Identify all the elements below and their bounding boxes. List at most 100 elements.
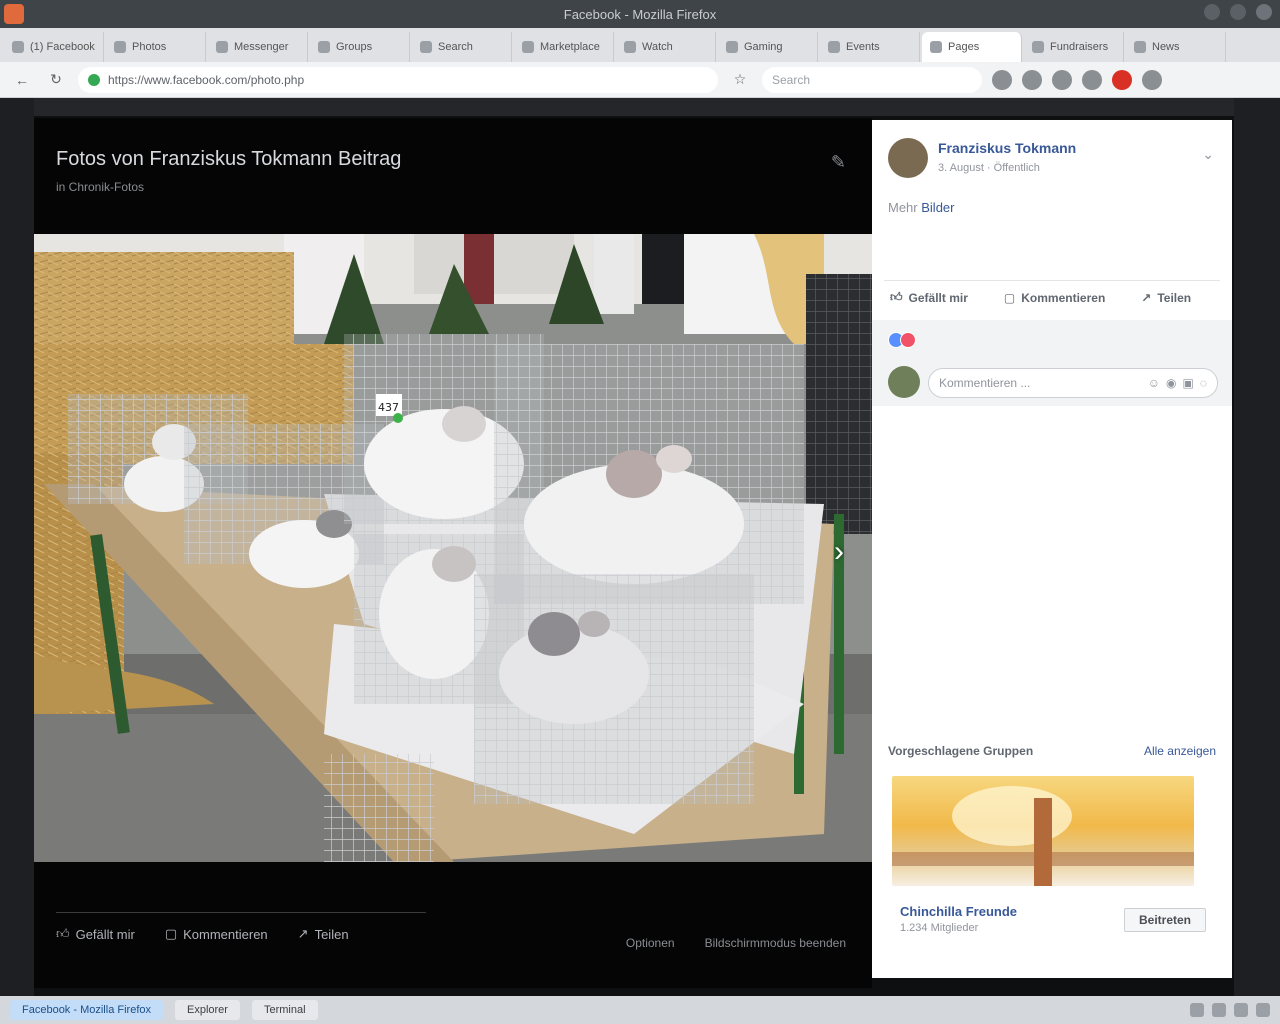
related-group-meta: 1.234 Mitglieder — [900, 922, 979, 934]
system-tray — [1190, 1003, 1270, 1017]
browser-tab[interactable]: Fundraisers — [1024, 32, 1124, 62]
photo-footer: 👍︎ Gefällt mir ▢ Kommentieren ↗ Teilen O… — [34, 862, 872, 988]
addon-icon[interactable] — [1112, 69, 1132, 90]
address-text: https://www.facebook.com/photo.php — [108, 72, 305, 87]
gif-icon[interactable]: ▣ — [1183, 376, 1194, 390]
sticker-icon[interactable]: ◌ — [1200, 376, 1207, 390]
taskbar-item[interactable]: Terminal — [251, 1000, 318, 1020]
like-label: Gefällt mir — [908, 290, 968, 305]
comment-tools: ☺ ◉ ▣ ◌ — [1148, 376, 1207, 390]
chinchilla-show-photo: 437 — [34, 234, 872, 862]
author-avatar[interactable] — [888, 138, 928, 178]
browser-toolbar: ← ↻ https://www.facebook.com/photo.php ☆… — [0, 62, 1280, 98]
address-bar[interactable]: https://www.facebook.com/photo.php — [78, 66, 718, 93]
library-icon[interactable] — [1022, 69, 1042, 90]
browser-tab[interactable]: Search — [412, 32, 512, 62]
like-button[interactable]: 👍︎ Gefällt mir — [890, 290, 968, 305]
browser-tab[interactable]: (1) Facebook — [4, 32, 104, 62]
comment-bubble-icon: ▢ — [1003, 290, 1016, 305]
bookmark-star-icon[interactable]: ☆ — [728, 68, 752, 92]
network-icon[interactable] — [1190, 1003, 1204, 1017]
taskbar-item[interactable]: Facebook - Mozilla Firefox — [10, 1000, 163, 1020]
browser-tab[interactable]: Gaming — [718, 32, 818, 62]
back-icon[interactable]: ← — [10, 68, 34, 92]
post-timestamp[interactable]: 3. August · Öffentlich — [938, 162, 1040, 174]
camera-icon[interactable]: ◉ — [1166, 376, 1176, 390]
cage-number-tag: 437 — [378, 401, 399, 414]
menu-icon[interactable] — [1142, 69, 1162, 90]
tab-favicon-icon — [216, 41, 228, 53]
author-name[interactable]: Franziskus Tokmann — [938, 140, 1076, 156]
tab-label: Watch — [642, 41, 673, 53]
window-controls — [1204, 4, 1272, 20]
tab-favicon-icon — [1032, 41, 1044, 53]
related-heading: Vorgeschlagene Gruppen — [888, 744, 1034, 758]
volume-icon[interactable] — [1212, 1003, 1226, 1017]
tab-favicon-icon — [318, 41, 330, 53]
download-icon[interactable] — [992, 69, 1012, 90]
comment-input[interactable]: Kommentieren ... ☺ ◉ ▣ ◌ — [928, 368, 1218, 398]
battery-icon[interactable] — [1234, 1003, 1248, 1017]
browser-tab[interactable]: Groups — [310, 32, 410, 62]
browser-tab[interactable]: Watch — [616, 32, 716, 62]
minimize-icon[interactable] — [1204, 4, 1220, 20]
love-reaction-icon — [900, 332, 916, 348]
post-action-bar: 👍︎ Gefällt mir ▢ Kommentieren ↗ Teilen — [890, 290, 1191, 305]
search-input[interactable]: Search — [762, 66, 982, 93]
tab-favicon-icon — [522, 41, 534, 53]
tab-label: (1) Facebook — [30, 41, 95, 53]
exit-fullscreen-link[interactable]: Bildschirmmodus beenden — [705, 936, 846, 950]
maximize-icon[interactable] — [1230, 4, 1246, 20]
footer-share-button[interactable]: ↗ Teilen — [298, 926, 349, 942]
tab-favicon-icon — [1134, 41, 1146, 53]
search-placeholder: Search — [772, 72, 811, 87]
browser-tab[interactable]: Pages — [922, 32, 1022, 62]
options-link[interactable]: Optionen — [626, 936, 675, 950]
browser-tab[interactable]: News — [1126, 32, 1226, 62]
edit-pencil-icon[interactable]: ✎ — [831, 152, 846, 173]
extension-icon[interactable] — [1052, 69, 1072, 90]
sync-icon[interactable] — [1082, 69, 1102, 90]
tab-label: Gaming — [744, 41, 783, 53]
tab-label: Fundraisers — [1050, 41, 1109, 53]
comment-label: Kommentieren — [1021, 290, 1106, 305]
next-photo-chevron-icon[interactable]: › — [822, 532, 856, 572]
tab-favicon-icon — [12, 41, 24, 53]
more-options-icon[interactable]: ⌄ — [1202, 146, 1214, 163]
tab-label: Pages — [948, 41, 980, 53]
post-caption: Mehr Bilder — [888, 200, 955, 215]
emoji-icon[interactable]: ☺ — [1148, 376, 1160, 390]
related-group-cover-image[interactable] — [892, 776, 1194, 886]
browser-tab[interactable]: Photos — [106, 32, 206, 62]
browser-tab[interactable]: Events — [820, 32, 920, 62]
taskbar-item[interactable]: Explorer — [175, 1000, 240, 1020]
browser-tab[interactable]: Messenger — [208, 32, 308, 62]
page-right-edge — [1234, 98, 1280, 996]
related-group-name[interactable]: Chinchilla Freunde — [900, 904, 1017, 919]
share-button[interactable]: ↗ Teilen — [1141, 290, 1191, 305]
share-arrow-icon: ↗ — [1141, 290, 1152, 305]
clock-icon[interactable] — [1256, 1003, 1270, 1017]
photo-footer-actions: 👍︎ Gefällt mir ▢ Kommentieren ↗ Teilen — [56, 926, 349, 942]
close-icon[interactable] — [1256, 4, 1272, 20]
join-group-button[interactable]: Beitreten — [1124, 908, 1206, 932]
tab-label: Search — [438, 41, 473, 53]
photo-header: Fotos von Franziskus Tokmann Beitrag in … — [34, 118, 872, 234]
thumbs-up-icon: 👍︎ — [56, 926, 70, 941]
footer-comment-button[interactable]: ▢ Kommentieren — [165, 926, 268, 942]
related-section-header: Vorgeschlagene Gruppen Alle anzeigen — [888, 744, 1216, 758]
browser-tab[interactable]: Marketplace — [514, 32, 614, 62]
reaction-summary[interactable] — [888, 332, 916, 348]
reload-icon[interactable]: ↻ — [44, 68, 68, 92]
post-sidebar: Franziskus Tokmann 3. August · Öffentlic… — [872, 120, 1232, 978]
footer-divider — [56, 912, 426, 913]
related-see-all-link[interactable]: Alle anzeigen — [1144, 744, 1216, 758]
photo-illustration: 437 — [34, 234, 872, 862]
caption-link[interactable]: Bilder — [921, 200, 954, 215]
comment-button[interactable]: ▢ Kommentieren — [1004, 290, 1105, 305]
footer-like-button[interactable]: 👍︎ Gefällt mir — [56, 926, 135, 942]
tab-favicon-icon — [828, 41, 840, 53]
photo-footer-links: Optionen Bildschirmmodus beenden — [626, 936, 846, 950]
photo-subtitle: in Chronik-Fotos — [56, 180, 145, 194]
reactions-and-comments: Kommentieren ... ☺ ◉ ▣ ◌ — [872, 320, 1232, 406]
